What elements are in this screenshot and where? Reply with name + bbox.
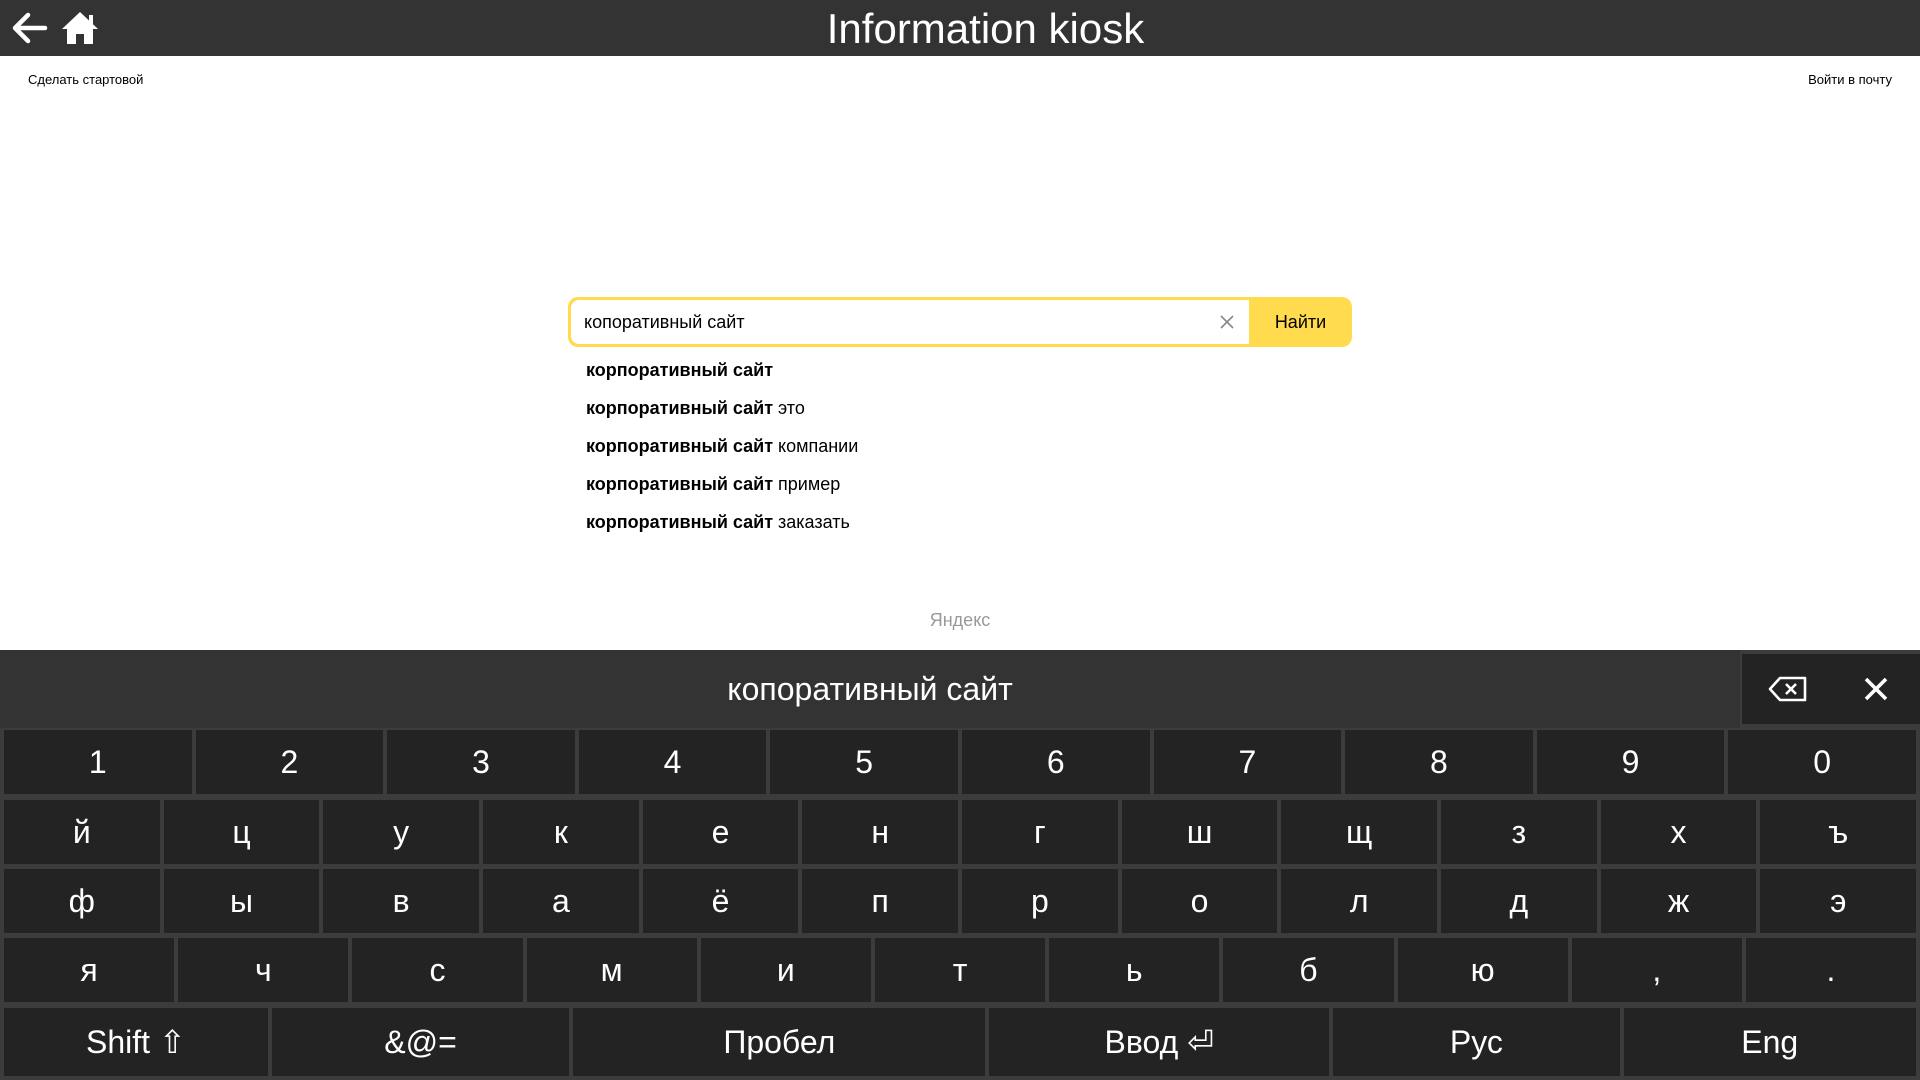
key[interactable]: 1	[4, 730, 192, 794]
suggestion-match: корпоративный сайт	[586, 474, 774, 494]
number-row: 1234567890	[0, 730, 1920, 794]
search-box	[571, 300, 1249, 344]
home-icon	[62, 12, 98, 44]
key[interactable]: с	[352, 938, 523, 1002]
home-button[interactable]	[56, 6, 104, 50]
on-screen-keyboard: копоративный сайт 1234567890 йцукенгшщзх…	[0, 650, 1920, 1080]
key[interactable]: я	[4, 938, 175, 1002]
suggestion-match: корпоративный сайт	[586, 436, 774, 456]
arrow-left-icon	[12, 12, 48, 44]
key[interactable]: ы	[163, 869, 320, 933]
suggestion-rest: это	[773, 398, 805, 418]
key[interactable]: ч	[178, 938, 349, 1002]
suggestion-rest: пример	[773, 474, 841, 494]
key[interactable]: к	[483, 800, 639, 864]
key[interactable]: п	[802, 869, 959, 933]
key[interactable]: т	[874, 938, 1046, 1002]
key[interactable]: м	[526, 938, 697, 1002]
top-bar: Information kiosk	[0, 0, 1920, 56]
suggestion-item[interactable]: корпоративный сайт заказать	[586, 508, 858, 546]
key[interactable]: 4	[578, 730, 767, 794]
key[interactable]: ь	[1049, 938, 1220, 1002]
key[interactable]: х	[1600, 800, 1757, 864]
key[interactable]: л	[1281, 869, 1438, 933]
suggestion-match: корпоративный сайт	[586, 398, 774, 418]
keyboard-display: копоративный сайт	[0, 650, 1740, 728]
page-title: Information kiosk	[826, 5, 1145, 52]
suggestions-list: корпоративный сайт корпоративный сайт эт…	[586, 356, 858, 546]
close-icon	[1220, 315, 1234, 329]
key[interactable]: ё	[642, 869, 799, 933]
close-keyboard-button[interactable]	[1832, 654, 1920, 724]
login-mail-link[interactable]: Войти в почту	[1808, 72, 1892, 87]
key[interactable]: 0	[1728, 730, 1916, 794]
key[interactable]: ц	[163, 800, 320, 864]
close-icon	[1864, 677, 1888, 701]
suggestion-match: корпоративный сайт	[586, 360, 774, 380]
key[interactable]: д	[1441, 869, 1597, 933]
english-layout-key[interactable]: Eng	[1623, 1008, 1916, 1076]
key[interactable]: н	[802, 800, 959, 864]
suggestion-item[interactable]: корпоративный сайт компании	[586, 432, 858, 470]
search-input[interactable]	[571, 300, 1249, 344]
key[interactable]: и	[700, 938, 871, 1002]
key[interactable]: 3	[387, 730, 575, 794]
key[interactable]: о	[1121, 869, 1278, 933]
key[interactable]: 7	[1153, 730, 1342, 794]
key[interactable]: ф	[4, 869, 160, 933]
letter-row-3: ячсмитьбю,.	[0, 938, 1920, 1002]
back-button[interactable]	[6, 6, 54, 50]
key[interactable]: щ	[1281, 800, 1438, 864]
key[interactable]: ю	[1397, 938, 1568, 1002]
russian-layout-key[interactable]: Рус	[1333, 1008, 1620, 1076]
clear-search-button[interactable]	[1215, 310, 1239, 334]
key[interactable]: б	[1223, 938, 1394, 1002]
space-key[interactable]: Пробел	[573, 1008, 986, 1076]
key[interactable]: 5	[770, 730, 958, 794]
suggestion-item[interactable]: корпоративный сайт	[586, 356, 858, 394]
key[interactable]: й	[4, 800, 160, 864]
key[interactable]: в	[323, 869, 480, 933]
brand-label: Яндекс	[929, 610, 991, 630]
key[interactable]: .	[1745, 938, 1917, 1002]
key[interactable]: р	[962, 869, 1118, 933]
letter-row-1: йцукенгшщзхъ	[0, 800, 1920, 864]
key[interactable]: е	[642, 800, 799, 864]
key[interactable]: 9	[1536, 730, 1725, 794]
symbols-key[interactable]: &@=	[271, 1008, 570, 1076]
backspace-icon	[1768, 676, 1807, 702]
key[interactable]: а	[483, 869, 639, 933]
suggestion-item[interactable]: корпоративный сайт это	[586, 394, 858, 432]
key[interactable]: ъ	[1760, 800, 1917, 864]
suggestion-rest: компании	[773, 436, 859, 456]
key[interactable]: ж	[1600, 869, 1757, 933]
key[interactable]: у	[323, 800, 480, 864]
bottom-row: Shift ⇧ &@= Пробел Ввод ⏎ Рус Eng	[0, 1008, 1920, 1076]
search-bar: Найти	[568, 297, 1352, 347]
suggestion-item[interactable]: корпоративный сайт пример	[586, 470, 858, 508]
key[interactable]: ,	[1571, 938, 1742, 1002]
shift-key[interactable]: Shift ⇧	[4, 1008, 268, 1076]
key[interactable]: ш	[1121, 800, 1278, 864]
key[interactable]: з	[1441, 800, 1597, 864]
enter-key[interactable]: Ввод ⏎	[989, 1008, 1330, 1076]
suggestion-rest: заказать	[773, 512, 850, 532]
key[interactable]: э	[1760, 869, 1917, 933]
search-button[interactable]: Найти	[1249, 297, 1352, 347]
letter-row-2: фываёпролджэ	[0, 869, 1920, 933]
suggestion-match: корпоративный сайт	[586, 512, 774, 532]
key[interactable]: г	[962, 800, 1118, 864]
make-start-page-link[interactable]: Сделать стартовой	[28, 72, 143, 87]
key[interactable]: 6	[961, 730, 1150, 794]
key[interactable]: 8	[1345, 730, 1533, 794]
backspace-button[interactable]	[1742, 654, 1834, 724]
key[interactable]: 2	[195, 730, 384, 794]
